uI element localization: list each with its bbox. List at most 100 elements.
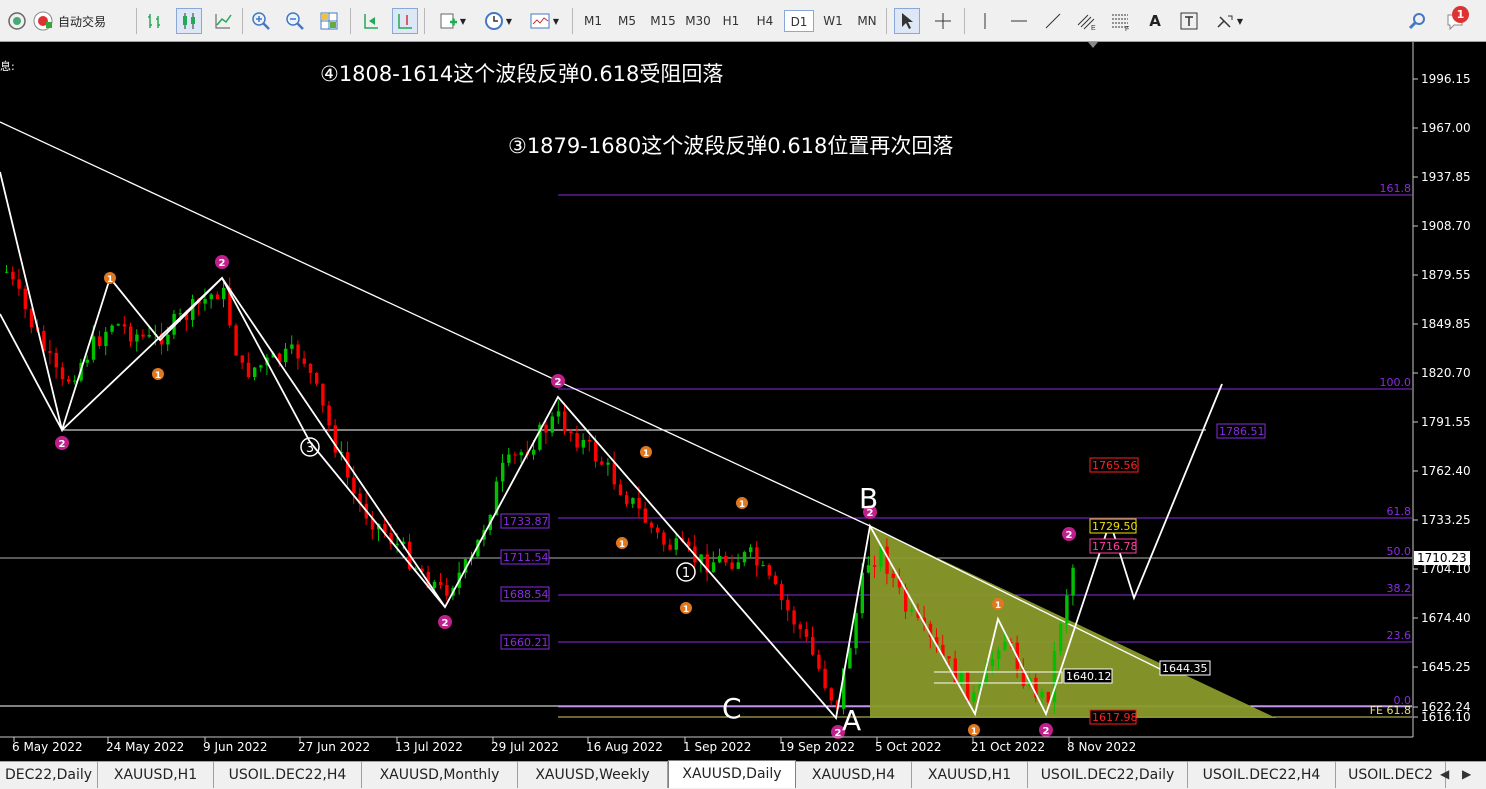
- fib-level-label: 23.6: [1387, 629, 1412, 642]
- chart-tab[interactable]: XAUUSD,Weekly: [518, 762, 668, 788]
- date-tick-label: 1 Sep 2022: [683, 740, 751, 754]
- info-label: 息:: [0, 59, 15, 73]
- text-tool-button[interactable]: A: [1142, 8, 1168, 34]
- price-tick-label: 1908.70: [1421, 219, 1471, 233]
- chevron-down-icon: ▼: [552, 16, 560, 26]
- timeframe-h4[interactable]: H4: [750, 10, 780, 32]
- tabs-scroll-left-icon[interactable]: ◀: [1440, 767, 1449, 781]
- chevron-down-icon: ▼: [1236, 16, 1244, 26]
- auto-trading-label: 自动交易: [58, 14, 107, 29]
- indicators-dropdown[interactable]: ▼: [432, 8, 472, 34]
- svg-text:F: F: [1125, 26, 1129, 31]
- crosshair-icon[interactable]: [930, 8, 956, 34]
- timeframe-mn[interactable]: MN: [852, 10, 882, 32]
- price-tick-label: 1879.55: [1421, 268, 1471, 282]
- date-tick-label: 9 Jun 2022: [203, 740, 268, 754]
- timeframe-m15[interactable]: M15: [646, 10, 680, 32]
- date-tick-label: 16 Aug 2022: [586, 740, 663, 754]
- price-tick-label: 1849.85: [1421, 317, 1471, 331]
- trendline-icon[interactable]: [1040, 8, 1066, 34]
- price-label-box: 1716.78: [1089, 538, 1138, 554]
- price-tick-label: 1996.15: [1421, 72, 1471, 86]
- separator: [242, 8, 243, 34]
- tile-windows-icon[interactable]: [316, 8, 342, 34]
- zoom-out-icon[interactable]: [282, 8, 308, 34]
- separator: [350, 8, 351, 34]
- text-label-icon[interactable]: [1176, 8, 1202, 34]
- svg-text:2: 2: [442, 618, 449, 629]
- chart-tab[interactable]: USOIL.DEC22,H4: [1188, 762, 1336, 788]
- price-tick-label: 1762.40: [1421, 464, 1471, 478]
- chart-tab[interactable]: USOIL.DEC22,Daily: [1028, 762, 1188, 788]
- timeframe-m5[interactable]: M5: [612, 10, 642, 32]
- price-tick-label: 1616.10: [1421, 710, 1471, 724]
- date-tick-label: 29 Jul 2022: [491, 740, 559, 754]
- chart-shift-icon[interactable]: [392, 8, 418, 34]
- date-tick-label: 24 May 2022: [106, 740, 184, 754]
- date-tick-label: 21 Oct 2022: [971, 740, 1045, 754]
- timeframe-d1[interactable]: D1: [784, 10, 814, 32]
- price-tick-label: 1674.40: [1421, 611, 1471, 625]
- price-label-box: 1711.54: [500, 549, 550, 565]
- fibonacci-icon[interactable]: F: [1108, 8, 1134, 34]
- tabs-scroll-right-icon[interactable]: ▶: [1462, 767, 1471, 781]
- chevron-down-icon: ▼: [459, 16, 467, 26]
- price-chart[interactable]: 161.8100.061.850.038.223.60.0FE 61.8 222…: [0, 42, 1486, 761]
- timeframe-m1[interactable]: M1: [578, 10, 608, 32]
- separator: [136, 8, 137, 34]
- auto-trading-button[interactable]: 自动交易: [32, 8, 126, 34]
- templates-dropdown[interactable]: ▼: [524, 8, 564, 34]
- svg-text:1: 1: [995, 601, 1001, 611]
- svg-text:E: E: [1091, 25, 1096, 31]
- price-label-text: 1644.35: [1162, 662, 1208, 675]
- price-label-text: 1716.78: [1092, 540, 1138, 553]
- chart-tab[interactable]: XAUUSD,H1: [912, 762, 1028, 788]
- price-label-text: 1729.50: [1092, 520, 1138, 533]
- svg-text:2: 2: [1043, 726, 1050, 737]
- channel-icon[interactable]: E: [1074, 8, 1100, 34]
- zoom-in-icon[interactable]: [248, 8, 274, 34]
- chart-tab[interactable]: DEC22,Daily: [0, 762, 98, 788]
- vertical-line-icon[interactable]: [972, 8, 998, 34]
- price-tick-label: 1791.55: [1421, 415, 1471, 429]
- horizontal-line-icon[interactable]: [1006, 8, 1032, 34]
- chart-tab[interactable]: XAUUSD,Daily: [668, 760, 796, 788]
- date-tick-label: 13 Jul 2022: [395, 740, 463, 754]
- wave-2-marker: 2: [1039, 723, 1053, 737]
- timeframe-m30[interactable]: M30: [682, 10, 714, 32]
- clock-icon: [484, 12, 503, 30]
- bar-chart-icon[interactable]: [142, 8, 168, 34]
- search-icon[interactable]: [1404, 8, 1430, 34]
- cursor-icon[interactable]: [894, 8, 920, 34]
- svg-text:3: 3: [306, 441, 314, 456]
- chart-tab[interactable]: XAUUSD,Monthly: [362, 762, 518, 788]
- notification-badge: 1: [1452, 6, 1469, 23]
- scroll-chart-icon[interactable]: [358, 8, 384, 34]
- notifications-button[interactable]: 1: [1438, 6, 1478, 34]
- svg-text:2: 2: [1066, 530, 1073, 541]
- timeframe-h1[interactable]: H1: [716, 10, 746, 32]
- price-label-text: 1617.98: [1092, 711, 1138, 724]
- svg-text:2: 2: [219, 258, 226, 269]
- line-chart-icon[interactable]: [210, 8, 236, 34]
- signal-icon[interactable]: [4, 8, 30, 34]
- current-price-marker: 1710.23: [1414, 551, 1470, 565]
- timeframe-w1[interactable]: W1: [818, 10, 848, 32]
- candle: [1059, 621, 1063, 656]
- price-label-text: 1688.54: [503, 588, 549, 601]
- chart-tab[interactable]: XAUUSD,H1: [98, 762, 214, 788]
- periods-dropdown[interactable]: ▼: [478, 8, 518, 34]
- candlestick-icon[interactable]: [176, 8, 202, 34]
- chart-tab[interactable]: USOIL.DEC2: [1336, 762, 1446, 788]
- price-label-box: 1733.87: [500, 513, 550, 529]
- svg-text:1: 1: [107, 275, 113, 285]
- svg-text:1: 1: [619, 540, 625, 550]
- price-tick-label: 1645.25: [1421, 660, 1471, 674]
- chart-tab[interactable]: USOIL.DEC22,H4: [214, 762, 362, 788]
- shapes-dropdown[interactable]: ▼: [1210, 8, 1248, 34]
- fib-level-label: 38.2: [1387, 582, 1412, 595]
- chart-tab[interactable]: XAUUSD,H4: [796, 762, 912, 788]
- price-label-text: 1711.54: [503, 551, 549, 564]
- wave-2-marker: 2: [1062, 527, 1076, 541]
- annotation-wave-3: ③1879-1680这个波段反弹0.618位置再次回落: [508, 134, 953, 158]
